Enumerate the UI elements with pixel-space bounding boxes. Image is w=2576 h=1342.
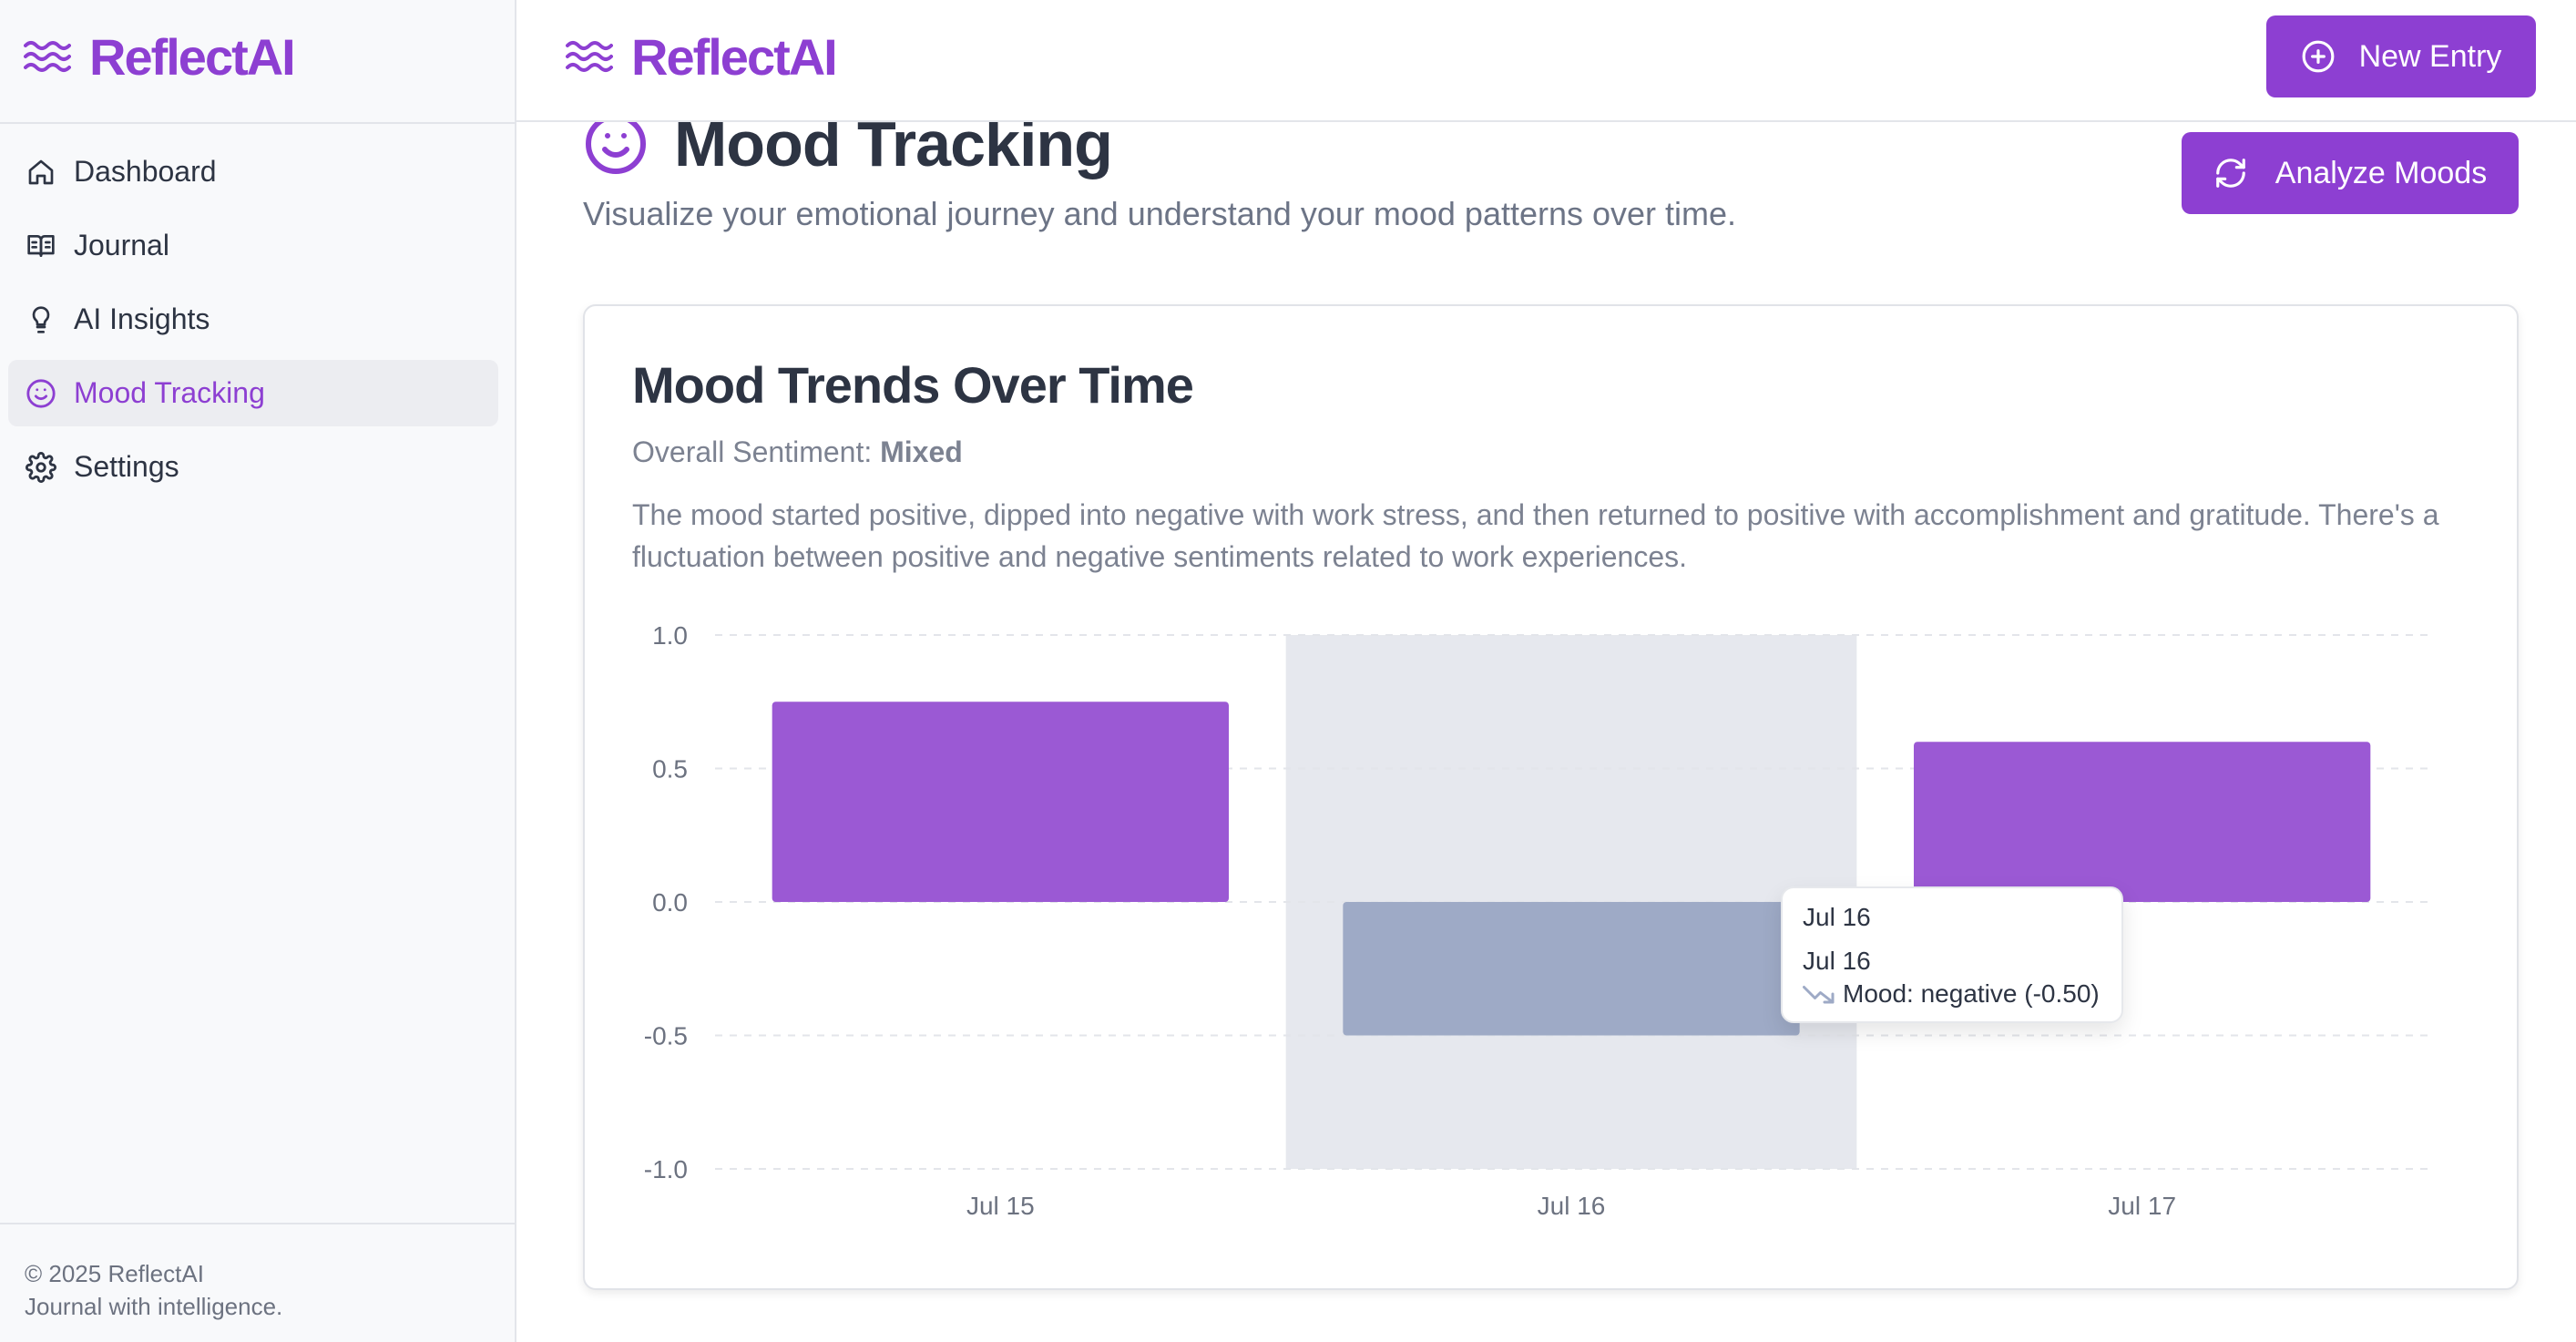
- waves-icon: [24, 41, 71, 72]
- sidebar-brand[interactable]: ReflectAI: [24, 24, 296, 89]
- new-entry-button[interactable]: New Entry: [2266, 15, 2536, 97]
- sidebar-item-label: Settings: [74, 450, 179, 483]
- tooltip-date: Jul 16: [1803, 947, 1871, 975]
- tooltip-mood-text: Mood: negative (-0.50): [1843, 979, 2100, 1008]
- sidebar-footer: © 2025 ReflectAI Journal with intelligen…: [25, 1257, 282, 1323]
- x-tick-label: Jul 16: [1538, 1192, 1606, 1220]
- plus-circle-icon: [2302, 40, 2334, 73]
- sidebar-nav: Dashboard Journal AI Insights Mood Track…: [8, 138, 498, 507]
- new-entry-label: New Entry: [2358, 38, 2502, 74]
- x-tick-label: Jul 15: [966, 1192, 1035, 1220]
- sidebar-brand-name: ReflectAI: [89, 27, 296, 86]
- mood-bar: [1914, 742, 2371, 902]
- sidebar-item-settings[interactable]: Settings: [8, 434, 498, 500]
- top-header: ReflectAI New Entry: [516, 0, 2576, 122]
- tooltip-mood-row: Mood: negative (-0.50): [1803, 979, 2100, 1009]
- sidebar-item-label: Journal: [74, 229, 169, 261]
- sidebar-item-label: Dashboard: [74, 155, 217, 188]
- sentiment-value: Mixed: [880, 435, 963, 468]
- page-subtitle: Visualize your emotional journey and und…: [583, 195, 1737, 232]
- sidebar-item-ai-insights[interactable]: AI Insights: [8, 286, 498, 353]
- tagline-text: Journal with intelligence.: [25, 1293, 283, 1320]
- y-tick-label: -1.0: [644, 1155, 688, 1183]
- card-title: Mood Trends Over Time: [632, 356, 1194, 414]
- gear-icon: [25, 451, 57, 484]
- mood-bar: [772, 702, 1229, 902]
- sidebar-item-mood-tracking[interactable]: Mood Tracking: [8, 360, 498, 426]
- mood-bar: [1343, 902, 1800, 1036]
- sidebar-divider: [0, 122, 515, 124]
- smile-icon: [25, 377, 57, 410]
- refresh-icon: [2215, 159, 2245, 188]
- mood-summary: The mood started positive, dipped into n…: [632, 498, 2439, 573]
- trending-down-icon: [1803, 986, 1835, 1004]
- sidebar-item-dashboard[interactable]: Dashboard: [8, 138, 498, 205]
- book-icon: [25, 230, 57, 262]
- sidebar-item-label: Mood Tracking: [74, 376, 265, 409]
- sidebar-item-journal[interactable]: Journal: [8, 212, 498, 279]
- y-tick-label: 0.5: [652, 755, 688, 784]
- copyright-text: © 2025 ReflectAI: [25, 1260, 204, 1287]
- analyze-moods-button[interactable]: Analyze Moods: [2182, 132, 2519, 214]
- analyze-moods-label: Analyze Moods: [2274, 155, 2488, 190]
- sentiment-label: Overall Sentiment:: [632, 435, 873, 468]
- tooltip-title: Jul 16: [1803, 903, 1871, 931]
- sidebar: ReflectAI Dashboard Journal AI Insights: [0, 0, 516, 1342]
- lightbulb-icon: [25, 303, 57, 336]
- home-icon: [25, 156, 57, 189]
- waves-icon: [566, 41, 613, 72]
- sidebar-item-label: AI Insights: [74, 302, 210, 335]
- x-tick-label: Jul 17: [2108, 1192, 2176, 1220]
- y-tick-label: -0.5: [644, 1022, 688, 1050]
- chart-tooltip: Jul 16 Jul 16 Mood: negative (-0.50): [1781, 886, 2123, 1023]
- overall-sentiment: Overall Sentiment: Mixed: [632, 435, 963, 469]
- y-tick-label: 0.0: [652, 888, 688, 917]
- header-brand[interactable]: ReflectAI: [566, 24, 838, 89]
- sidebar-footer-divider: [0, 1223, 515, 1224]
- header-brand-name: ReflectAI: [631, 27, 838, 86]
- y-tick-label: 1.0: [652, 621, 688, 650]
